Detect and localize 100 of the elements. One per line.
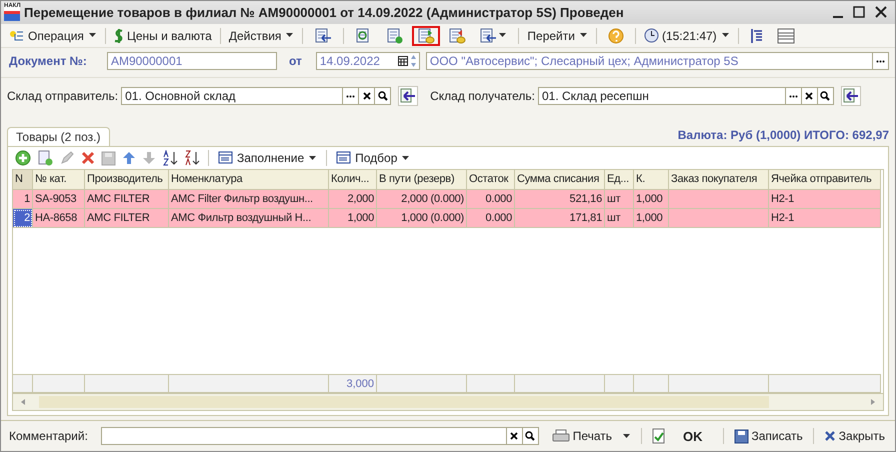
table-cell: 1,000: [634, 209, 669, 228]
clear-icon: [510, 432, 518, 440]
minimize-icon: [833, 16, 843, 18]
table-cell: 2,000: [329, 190, 377, 210]
close-form-button[interactable]: Закрыть: [822, 426, 887, 446]
menu-button[interactable]: Подбор: [334, 148, 412, 168]
ok-button[interactable]: OK: [650, 426, 714, 446]
toolbar-icon-button[interactable]: [412, 26, 440, 46]
column-header[interactable]: Ячейка отправитель: [769, 170, 881, 190]
maximize-icon: [853, 6, 865, 18]
caret-icon: [286, 33, 294, 38]
search-icon: [525, 431, 536, 442]
close-icon: [824, 430, 836, 442]
organization-field[interactable]: ООО "Автосервис"; Слесарный цех; Администратор 5S: [426, 52, 889, 70]
caret-icon: [402, 156, 410, 161]
menu-button[interactable]: Операция: [7, 26, 99, 46]
menu-button[interactable]: Действия: [226, 26, 296, 46]
table-cell: 1,000: [634, 190, 669, 210]
clear-icon: [362, 92, 371, 100]
menu-button[interactable]: Заполнение: [216, 148, 320, 168]
dots-icon: [876, 60, 885, 63]
column-header[interactable]: Производитель: [85, 170, 169, 190]
column-header[interactable]: К.: [634, 170, 669, 190]
column-header[interactable]: Ед...: [605, 170, 634, 190]
list-icon: [9, 28, 25, 43]
tree-icon: [750, 28, 764, 44]
date-label: от: [288, 54, 302, 68]
date-field[interactable]: 14.09.2022: [316, 52, 420, 70]
column-header[interactable]: Остаток: [467, 170, 515, 190]
document-number-label: Документ №:: [9, 54, 87, 68]
document-number-field[interactable]: АМ90000001: [106, 52, 277, 70]
warehouse-label: Склад получатель:: [430, 89, 535, 104]
printer-icon: [552, 429, 570, 444]
scroll-left-icon[interactable]: [19, 398, 27, 406]
add-icon[interactable]: [14, 150, 32, 166]
clock-menu-button[interactable]: (15:21:47): [642, 26, 732, 46]
sort-ascending-icon[interactable]: [161, 150, 179, 166]
caret-icon: [580, 33, 588, 38]
table-cell: шт: [605, 190, 634, 210]
table-icon: [776, 28, 795, 44]
toolbar-button[interactable]: Цены и валюта: [112, 26, 214, 46]
table-cell: AMC FILTER: [85, 190, 169, 210]
caret-icon: [309, 156, 318, 161]
dots-icon: [346, 94, 356, 98]
row-number-cell[interactable]: 1: [13, 190, 33, 210]
comment-field[interactable]: [100, 427, 539, 446]
form-icon: [336, 151, 352, 166]
document-icon: [479, 28, 498, 44]
dots-icon: [788, 94, 798, 98]
save-button[interactable]: Записать: [732, 426, 805, 446]
scroll-right-icon[interactable]: [869, 398, 877, 406]
row-number-cell[interactable]: 2: [13, 209, 33, 228]
arrow-left-button[interactable]: [398, 86, 418, 106]
table-cell: 171,81: [515, 209, 605, 228]
table-cell: HA-8658: [33, 209, 85, 228]
form-icon: [218, 151, 234, 166]
horizontal-scrollbar[interactable]: [13, 393, 883, 410]
warehouse-label: Склад отправитель:: [7, 89, 118, 104]
column-header[interactable]: Номенклатура: [169, 170, 329, 190]
up-arrow-icon[interactable]: [121, 151, 137, 166]
table-cell: AMC Filter Фильтр воздушн...: [169, 190, 329, 210]
menu-button[interactable]: Перейти: [525, 26, 590, 46]
tab[interactable]: Товары (2 поз.): [7, 127, 110, 146]
search-icon: [378, 91, 388, 102]
spinner-icon: [410, 54, 417, 68]
table-cell: 1,000: [329, 209, 377, 228]
column-header[interactable]: В пути (резерв): [377, 170, 467, 190]
maximize-button[interactable]: [853, 6, 865, 18]
warehouse-field[interactable]: 01. Склад ресепшн: [538, 87, 834, 106]
footer-cell: [634, 374, 669, 394]
table-cell: H2-1: [769, 209, 881, 228]
table-cell: AMC Фильтр воздушный Н...: [169, 209, 329, 228]
calendar-icon: [398, 56, 408, 66]
document-icon: [314, 28, 332, 44]
table-cell: 0.000: [467, 190, 515, 210]
clear-icon: [805, 92, 814, 100]
table-cell: 1,000 (0.000): [377, 209, 467, 228]
delete-icon[interactable]: [80, 151, 96, 166]
table-cell: шт: [605, 209, 634, 228]
close-button[interactable]: [875, 6, 887, 18]
document-icon: [448, 28, 466, 44]
column-header[interactable]: Колич...: [329, 170, 377, 190]
sort-descending-icon[interactable]: [183, 150, 201, 166]
clock-icon: [644, 28, 659, 44]
window-title: Перемещение товаров в филиал № АМ90000001 от 14.09.2022 (Администратор 5S) Проведен: [24, 4, 625, 20]
column-header[interactable]: Сумма списания: [515, 170, 605, 190]
warehouse-field[interactable]: 01. Основной склад: [121, 87, 392, 106]
column-header[interactable]: Заказ покупателя: [669, 170, 769, 190]
document-icon: [417, 28, 436, 44]
totals-text: Валюта: Руб (1,0000) ИТОГО: 692,97: [678, 128, 889, 144]
arrow-left-button[interactable]: [840, 86, 861, 106]
document-icon: [386, 28, 404, 44]
table-cell: H2-1: [769, 190, 881, 210]
total-cell: 3,000: [329, 374, 377, 394]
table-cell: 521,16: [515, 190, 605, 210]
column-header[interactable]: № кат.: [33, 170, 85, 190]
copy-icon[interactable]: [36, 150, 54, 166]
column-header[interactable]: N: [13, 170, 33, 190]
caret-icon: [499, 33, 508, 38]
print-button[interactable]: Печать: [550, 426, 614, 446]
